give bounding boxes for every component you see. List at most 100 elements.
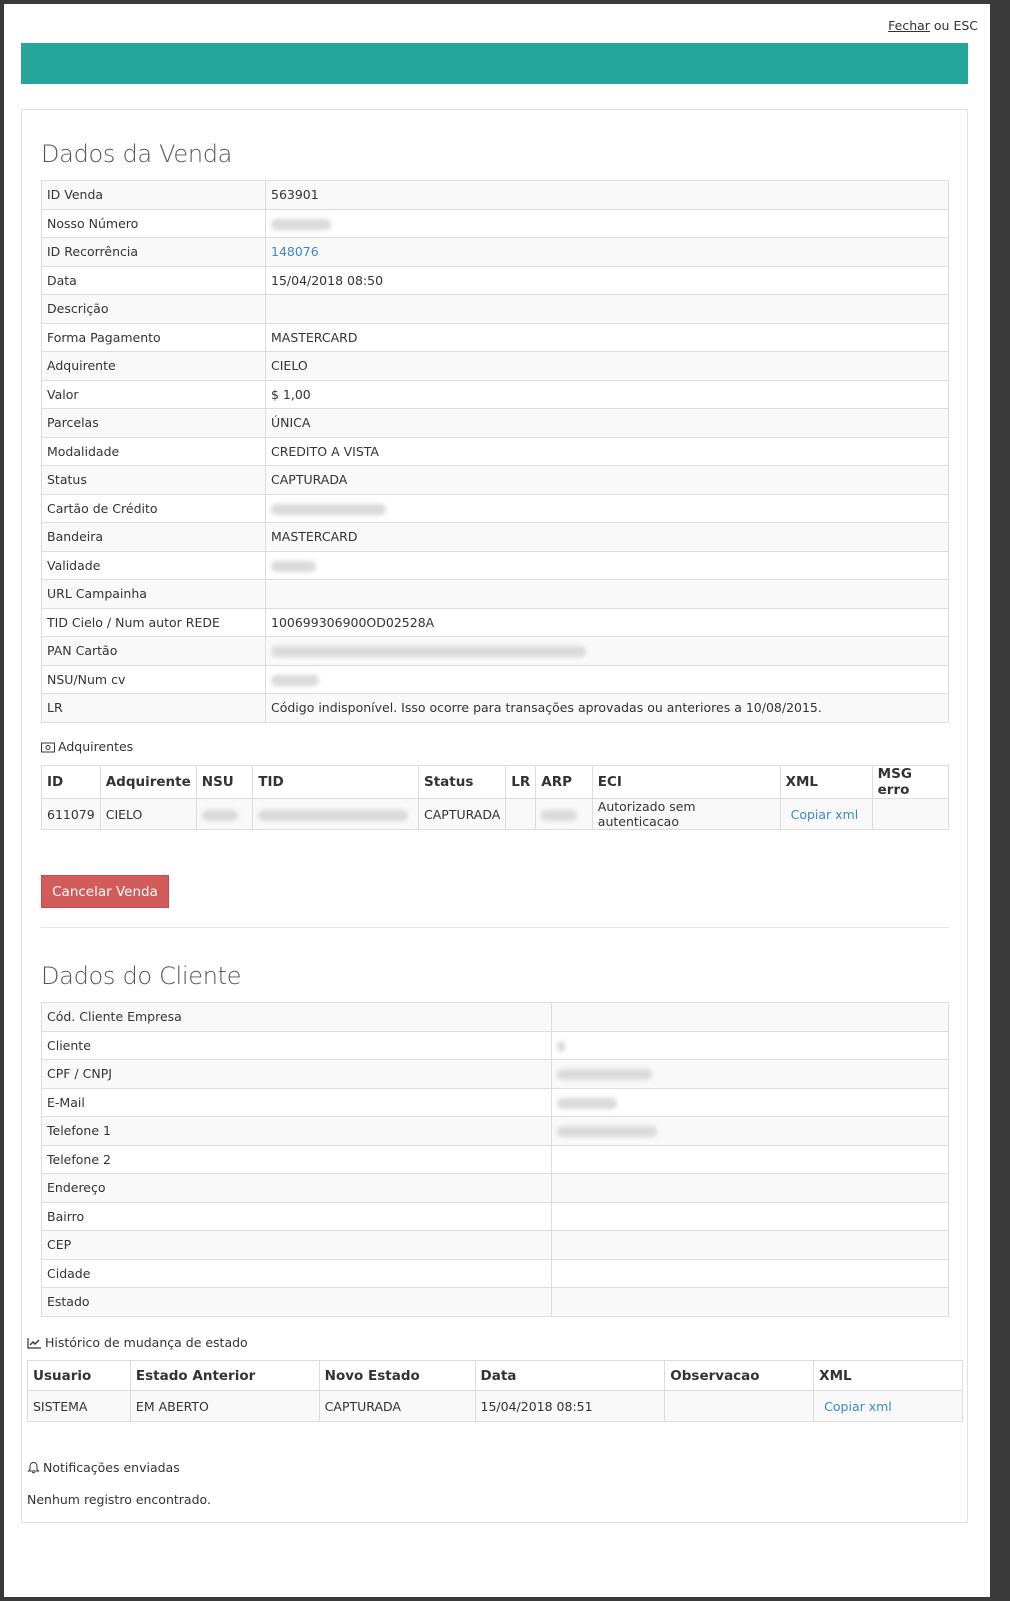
historico-heading: Histórico de mudança de estado [27,1335,248,1350]
column-header[interactable]: ARP [535,765,593,799]
redacted-value [557,1040,565,1052]
venda-value: 148076 [265,237,949,267]
table-row: Cód. Cliente Empresa [41,1002,949,1032]
column-header[interactable]: Data [474,1360,666,1391]
venda-key: Valor [41,379,266,409]
venda-value: MASTERCARD [265,322,949,352]
cliente-key: Telefone 1 [41,1116,552,1146]
hist-novo: CAPTURADA [318,1390,476,1422]
empty-message: Nenhum registro encontrado. [27,1492,211,1507]
table-row: Parcelas ÚNICA [41,408,949,438]
column-header[interactable]: NSU [195,765,254,799]
table-row: Data 15/04/2018 08:50 [41,265,949,295]
venda-value: 15/04/2018 08:50 [265,265,949,295]
cliente-title: Dados do Cliente [41,962,242,990]
hist-anterior: EM ABERTO [129,1390,320,1422]
table-row: Telefone 2 [41,1144,949,1174]
column-header[interactable]: Usuario [27,1360,131,1391]
venda-value: CIELO [265,351,949,381]
venda-value: CREDITO A VISTA [265,436,949,466]
hist-obs [664,1390,815,1422]
venda-value [265,294,949,324]
cliente-key: Endereço [41,1173,552,1203]
table-row: Modalidade CREDITO A VISTA [41,436,949,466]
venda-key: ID Recorrência [41,237,266,267]
hist-usuario: SISTEMA [27,1390,131,1422]
redacted-value [271,503,386,515]
adquirentes-heading-label: Adquirentes [58,739,134,754]
cliente-value [551,1059,949,1089]
column-header[interactable]: Observacao [664,1360,815,1391]
venda-key: Parcelas [41,408,266,438]
column-header[interactable]: MSG erro [871,765,950,799]
column-header[interactable]: ECI [591,765,781,799]
notificacoes-heading-label: Notificações enviadas [43,1460,180,1475]
column-header[interactable]: Estado Anterior [129,1360,320,1391]
venda-value: 100699306900OD02528A [265,607,949,637]
content-panel: Dados da Venda ID Venda 563901 Nosso Númer… [21,109,968,1523]
venda-key: Cartão de Crédito [41,493,266,523]
table-row: CPF / CNPJ [41,1059,949,1089]
venda-key: Modalidade [41,436,266,466]
historico-table: Usuario Estado Anterior Novo Estado Data Obs… [27,1360,963,1422]
cliente-key: Bairro [41,1201,552,1231]
venda-key: Adquirente [41,351,266,381]
column-header[interactable]: Novo Estado [318,1360,476,1391]
venda-key: Validade [41,550,266,580]
adq-id: 611079 [41,798,101,830]
table-row: Validade [41,550,949,580]
cliente-value [551,1287,949,1317]
cancel-sale-button[interactable]: Cancelar Venda [41,875,169,908]
adq-status: CAPTURADA [417,798,507,830]
redacted-value [271,646,586,658]
column-header[interactable]: ID [41,765,101,799]
column-header[interactable]: Status [417,765,507,799]
table-row: Cidade [41,1258,949,1288]
column-header[interactable]: TID [252,765,419,799]
table-row: URL Campainha [41,579,949,609]
table-row: Estado [41,1287,949,1317]
table-row: Valor $ 1,00 [41,379,949,409]
recorrencia-link[interactable]: 148076 [271,244,319,259]
close-link[interactable]: Fechar [888,18,930,33]
cliente-table: Cód. Cliente Empresa Cliente CPF / CNPJ E-M… [41,1002,949,1317]
column-header[interactable]: XML [813,1360,963,1391]
table-row: ID Recorrência 148076 [41,237,949,267]
redacted-value [271,218,331,230]
venda-value [265,579,949,609]
venda-value [265,208,949,238]
venda-key: NSU/Num cv [41,664,266,694]
venda-value [265,493,949,523]
adq-msg [871,798,950,830]
copy-xml-link[interactable]: Copiar xml [824,1399,892,1414]
historico-heading-label: Histórico de mudança de estado [45,1335,248,1350]
venda-value [265,550,949,580]
cliente-key: Estado [41,1287,552,1317]
venda-value: CAPTURADA [265,465,949,495]
column-header[interactable]: Adquirente [99,765,197,799]
venda-value: MASTERCARD [265,522,949,552]
table-row: Nosso Número [41,208,949,238]
adq-eci: Autorizado sem autenticacao [591,798,781,830]
table-row: NSU/Num cv [41,664,949,694]
table-row: 611079 CIELO CAPTURADA Autorizado sem au… [41,798,950,830]
cliente-value [551,1116,949,1146]
adq-nsu [195,798,254,830]
table-row: E-Mail [41,1087,949,1117]
copy-xml-link[interactable]: Copiar xml [791,807,859,822]
table-row: ID Venda 563901 [41,180,949,210]
column-header[interactable]: LR [505,765,537,799]
table-row: Cartão de Crédito [41,493,949,523]
column-header[interactable]: XML [779,765,873,799]
table-row: PAN Cartão [41,636,949,666]
table-row: Status CAPTURADA [41,465,949,495]
redacted-value [271,674,319,686]
table-row: Descrição [41,294,949,324]
cliente-value [551,1002,949,1032]
table-row: CEP [41,1230,949,1260]
cliente-key: CPF / CNPJ [41,1059,552,1089]
venda-table: ID Venda 563901 Nosso Número ID Recorrência… [41,180,949,723]
adq-adquirente: CIELO [99,798,197,830]
hist-data: 15/04/2018 08:51 [474,1390,666,1422]
table-row: Adquirente CIELO [41,351,949,381]
